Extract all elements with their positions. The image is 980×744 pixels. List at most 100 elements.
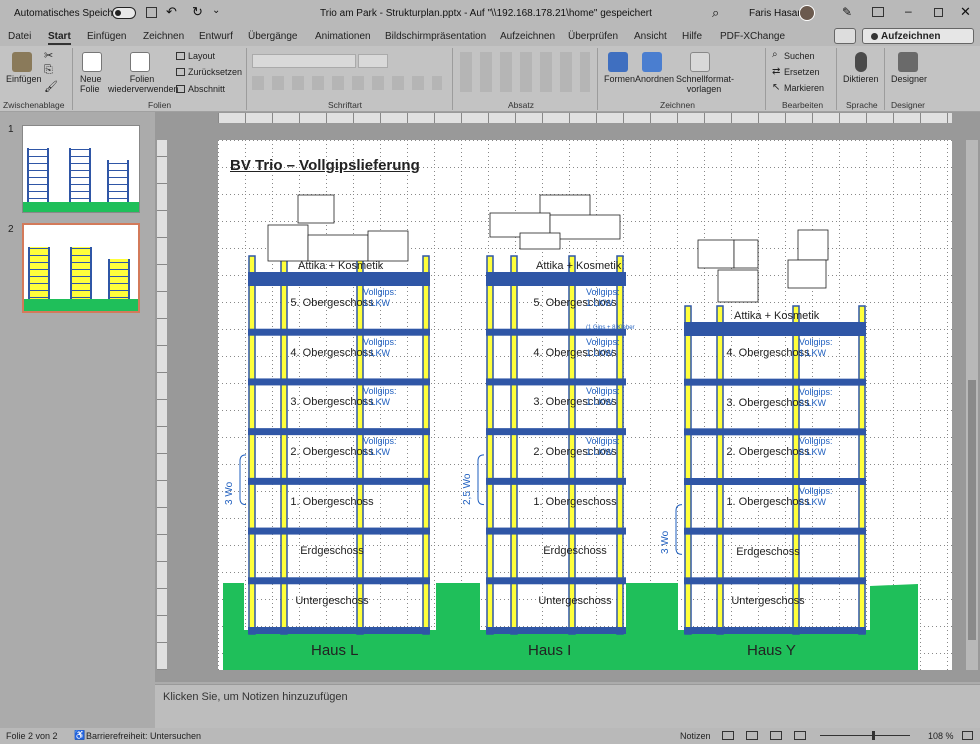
floor-slab — [684, 577, 866, 585]
section-button[interactable]: Abschnitt — [188, 84, 225, 94]
slide-thumbnail-1[interactable] — [22, 125, 140, 213]
reset-button[interactable]: Zurücksetzen — [188, 67, 242, 77]
delivery-label: Vollgips: 1 LKW — [586, 336, 620, 358]
copy-icon[interactable]: ⎘ — [44, 64, 53, 77]
paste-button[interactable]: Einfügen — [6, 74, 42, 84]
reuse-slides-icon[interactable] — [130, 52, 150, 72]
sorter-view-icon[interactable] — [746, 731, 758, 740]
font-name-select[interactable] — [252, 54, 356, 68]
shapes-icon[interactable] — [608, 52, 628, 72]
tab-ansicht[interactable]: Ansicht — [634, 31, 667, 42]
replace-button[interactable]: Ersetzen — [784, 67, 820, 77]
tab-ueberpruefen[interactable]: Überprüfen — [568, 31, 618, 42]
delivery-label: Vollgips: 1 LKW — [799, 336, 833, 358]
pen-icon[interactable]: ✎ — [842, 5, 852, 19]
ribbon-display-icon[interactable] — [872, 7, 884, 17]
tab-uebergaenge[interactable]: Übergänge — [248, 31, 297, 42]
paste-icon[interactable] — [12, 52, 32, 72]
floor-plan-room — [519, 232, 561, 250]
tab-hilfe[interactable]: Hilfe — [682, 31, 702, 42]
zoom-slider[interactable] — [820, 731, 910, 740]
scrollbar-thumb[interactable] — [968, 380, 976, 640]
slide-canvas[interactable]: BV Trio – Vollgipslieferung 5. Obergesch… — [218, 140, 952, 670]
floor-label: 1. Obergeschoss — [290, 495, 374, 508]
maximize-icon[interactable] — [934, 8, 943, 17]
tab-zeichnen[interactable]: Zeichnen — [143, 31, 184, 42]
close-icon[interactable]: ✕ — [960, 4, 971, 20]
save-icon[interactable] — [146, 7, 157, 18]
ribbon-tabs: Datei Start Einfügen Zeichnen Entwurf Üb… — [0, 28, 980, 46]
floor-slab — [248, 577, 430, 585]
floor-label: Erdgeschoss — [543, 545, 607, 558]
reading-view-icon[interactable] — [770, 731, 782, 740]
delivery-label: Vollgips: 1 LKW — [363, 386, 397, 408]
customize-qat-icon[interactable]: ⌄ — [212, 5, 220, 16]
quick-styles-button[interactable]: Schnellformat-vorlagen — [676, 74, 734, 94]
shapes-button[interactable]: Formen — [604, 74, 635, 84]
house-name: Haus I — [528, 642, 572, 659]
floor-label: Untergeschoss — [731, 595, 805, 608]
ribbon-separator — [246, 48, 247, 110]
zoom-level[interactable]: 108 % — [928, 731, 954, 741]
slide-thumbnail-2[interactable] — [22, 223, 140, 313]
floor-plan-room — [549, 214, 621, 240]
reuse-slides-button[interactable]: Folien wiederverwenden — [108, 74, 179, 94]
format-painter-icon[interactable]: 🖌 — [44, 80, 58, 93]
ribbon-separator — [72, 48, 73, 110]
tab-entwurf[interactable]: Entwurf — [199, 31, 233, 42]
avatar[interactable] — [799, 5, 815, 21]
thumbnail-number: 1 — [8, 124, 14, 135]
fit-slide-icon[interactable] — [962, 731, 973, 740]
notes-placeholder[interactable]: Klicken Sie, um Notizen hinzuzufügen — [163, 691, 348, 703]
tab-pdf-xchange[interactable]: PDF-XChange — [720, 31, 785, 42]
tab-bildschirmpraesentation[interactable]: Bildschirmpräsentation — [385, 31, 486, 42]
roof-slab — [486, 272, 626, 279]
select-button[interactable]: Markieren — [784, 83, 824, 93]
paragraph-buttons[interactable] — [460, 52, 590, 92]
user-name[interactable]: Faris Hasan — [749, 8, 803, 19]
autosave-toggle[interactable] — [112, 7, 136, 19]
tab-aufzeichnen[interactable]: Aufzeichnen — [500, 31, 555, 42]
new-slide-button[interactable]: Neue Folie — [80, 74, 110, 94]
vertical-scrollbar[interactable] — [966, 140, 978, 670]
font-size-select[interactable] — [358, 54, 388, 68]
floor-slab — [486, 279, 626, 286]
comments-button[interactable] — [834, 28, 856, 44]
slideshow-icon[interactable] — [794, 731, 806, 740]
dictate-button[interactable]: Diktieren — [843, 74, 879, 84]
floor-slab — [248, 328, 430, 336]
record-button[interactable]: Aufzeichnen — [862, 28, 974, 44]
tab-datei[interactable]: Datei — [8, 31, 31, 42]
designer-button[interactable]: Designer — [891, 74, 927, 84]
tab-einfuegen[interactable]: Einfügen — [87, 31, 126, 42]
microphone-icon[interactable] — [855, 52, 867, 72]
minimize-icon[interactable]: – — [905, 4, 912, 18]
undo-icon[interactable]: ↶ — [166, 4, 177, 20]
designer-icon[interactable] — [898, 52, 918, 72]
accessibility-status[interactable]: Barrierefreiheit: Untersuchen — [86, 731, 201, 741]
layout-button[interactable]: Layout — [188, 51, 215, 61]
new-slide-icon[interactable] — [82, 52, 102, 72]
normal-view-icon[interactable] — [722, 731, 734, 740]
ribbon-separator — [765, 48, 766, 110]
floor-plan-room — [733, 239, 759, 269]
tab-animationen[interactable]: Animationen — [315, 31, 371, 42]
floor-plan-room — [267, 224, 309, 262]
group-label-designer: Designer — [891, 100, 926, 110]
arrange-button[interactable]: Anordnen — [635, 74, 674, 84]
notes-pane[interactable]: Klicken Sie, um Notizen hinzuzufügen — [155, 684, 980, 728]
quick-styles-icon[interactable] — [690, 52, 710, 72]
search-icon[interactable]: ⌕ — [712, 5, 719, 21]
delivery-label: Vollgips: 2 LKW — [799, 386, 833, 408]
font-format-buttons[interactable] — [252, 76, 442, 90]
find-button[interactable]: Suchen — [784, 51, 815, 61]
redo-icon[interactable]: ↻ — [192, 4, 203, 20]
house-name: Haus L — [311, 642, 359, 659]
cut-icon[interactable]: ✂ — [44, 49, 53, 62]
arrange-icon[interactable] — [642, 52, 662, 72]
delivery-label: Vollgips: 2 LKW — [799, 485, 833, 507]
tab-start[interactable]: Start — [48, 31, 71, 45]
floor-slab — [248, 378, 430, 386]
floor-slab — [684, 527, 866, 535]
notes-button[interactable]: Notizen — [680, 731, 711, 741]
